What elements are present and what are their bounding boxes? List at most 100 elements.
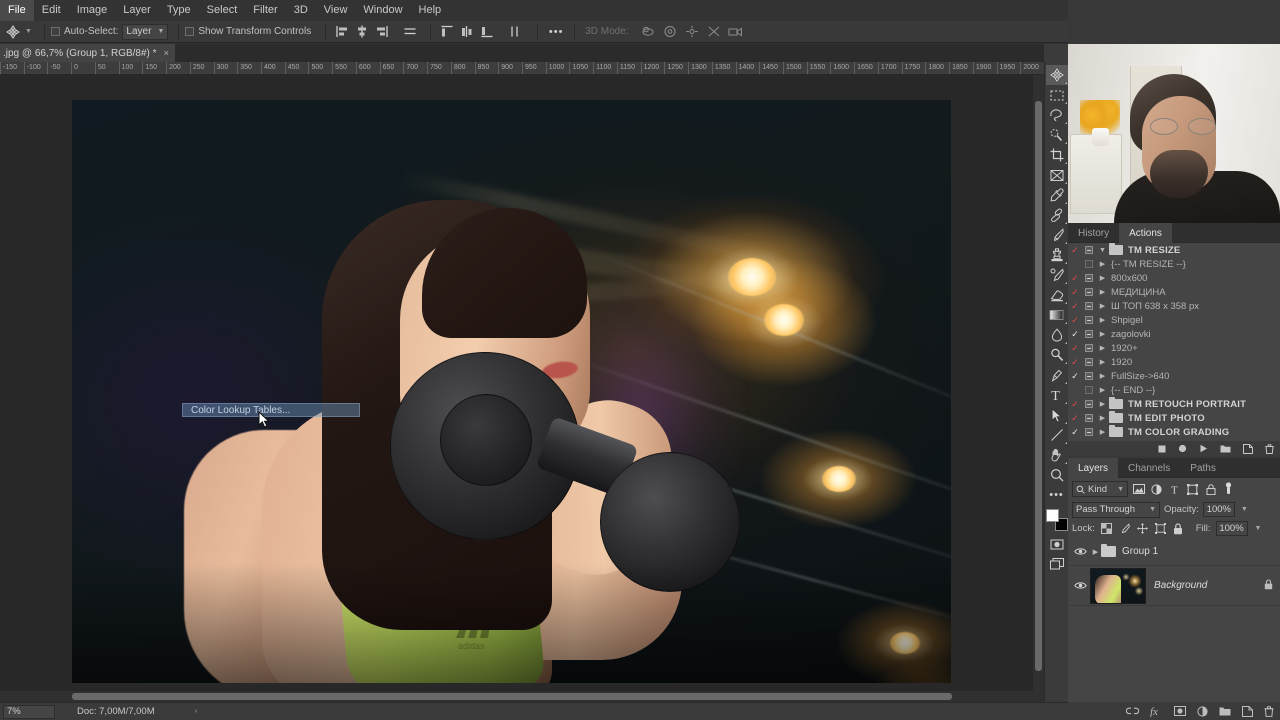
new-action-icon[interactable]: [1243, 443, 1253, 454]
action-dialog-toggle[interactable]: [1082, 246, 1096, 254]
action-row[interactable]: ✓ ▶ 1920: [1068, 355, 1280, 369]
chevron-right-icon[interactable]: ▶: [1096, 274, 1109, 282]
delete-icon[interactable]: [1265, 443, 1274, 454]
action-toggle-check[interactable]: ✓: [1068, 425, 1082, 439]
action-row[interactable]: ▶ {-- END --}: [1068, 383, 1280, 397]
record-icon[interactable]: [1178, 444, 1187, 453]
link-layers-icon[interactable]: [1126, 707, 1139, 715]
action-row[interactable]: ✓ ▶ 1920+: [1068, 341, 1280, 355]
pan-3d-icon[interactable]: [681, 22, 703, 42]
quick-selection-tool[interactable]: [1046, 125, 1068, 145]
new-group-icon[interactable]: [1219, 706, 1231, 716]
action-row[interactable]: ✓ ▶ TM COLOR GRADING: [1068, 424, 1280, 439]
path-selection-tool[interactable]: [1046, 405, 1068, 425]
stop-icon[interactable]: [1158, 445, 1166, 453]
chevron-right-icon[interactable]: ▶: [1096, 260, 1109, 268]
dodge-tool[interactable]: [1046, 345, 1068, 365]
chevron-down-icon[interactable]: ▼: [1096, 247, 1109, 254]
new-layer-icon[interactable]: [1242, 705, 1253, 717]
action-toggle-check[interactable]: ✓: [1068, 411, 1082, 425]
chevron-right-icon[interactable]: ▶: [1090, 548, 1101, 556]
chevron-right-icon[interactable]: ▶: [1096, 414, 1109, 422]
slide-3d-icon[interactable]: [703, 22, 725, 42]
shape-layer-filter-icon[interactable]: [1185, 481, 1200, 497]
tab-paths[interactable]: Paths: [1180, 458, 1226, 478]
action-dialog-toggle[interactable]: [1082, 414, 1096, 422]
distribute-horizontal-centers-icon[interactable]: [505, 22, 525, 42]
action-dialog-toggle[interactable]: [1082, 330, 1096, 338]
status-expander-icon[interactable]: ›: [195, 708, 197, 715]
action-dialog-toggle[interactable]: [1082, 344, 1096, 352]
action-dialog-toggle[interactable]: [1082, 260, 1096, 268]
layer-row-group1[interactable]: ▶ Group 1: [1068, 538, 1280, 566]
action-row[interactable]: ✓ ▶ Ш ТОП 638 x 358 px: [1068, 299, 1280, 313]
menu-item-filter[interactable]: Filter: [245, 0, 285, 21]
layer-thumbnail[interactable]: [1090, 567, 1146, 604]
action-row[interactable]: ✓ ▶ МЕДИЦИНА: [1068, 285, 1280, 299]
chevron-right-icon[interactable]: ▶: [1096, 386, 1109, 394]
zoom-3d-camera-icon[interactable]: [725, 22, 747, 42]
eye-icon[interactable]: [1070, 581, 1090, 590]
blur-tool[interactable]: [1046, 325, 1068, 345]
menu-item-layer[interactable]: Layer: [115, 0, 159, 21]
play-icon[interactable]: [1199, 444, 1208, 453]
scrollbar-thumb-h[interactable]: [72, 693, 952, 700]
edit-toolbar-tool[interactable]: •••: [1046, 485, 1068, 505]
show-transform-checkbox[interactable]: [185, 27, 195, 36]
chevron-right-icon[interactable]: ▶: [1096, 344, 1109, 352]
clone-stamp-tool[interactable]: [1046, 245, 1068, 265]
filter-kind-dropdown[interactable]: Kind ▼: [1072, 481, 1128, 497]
layer-style-icon[interactable]: fx: [1150, 706, 1163, 717]
chevron-right-icon[interactable]: ▶: [1096, 372, 1109, 380]
rectangular-marquee-tool[interactable]: [1046, 85, 1068, 105]
move-tool[interactable]: [1045, 65, 1068, 85]
action-row[interactable]: ▶ {-- TM RESIZE --}: [1068, 257, 1280, 271]
lock-transparent-pixels-icon[interactable]: [1100, 522, 1113, 536]
history-brush-tool[interactable]: [1046, 265, 1068, 285]
distribute-top-edges-icon[interactable]: [437, 22, 457, 42]
fill-chevron-down-icon[interactable]: ▼: [1255, 525, 1262, 532]
action-row[interactable]: ✓ ▶ FullSize->640: [1068, 369, 1280, 383]
action-dialog-toggle[interactable]: [1082, 302, 1096, 310]
distribute-vertical-centers-icon[interactable]: [457, 22, 477, 42]
new-set-icon[interactable]: [1220, 444, 1231, 453]
action-row[interactable]: ✓ ▼ TM RESIZE: [1068, 243, 1280, 257]
tab-channels[interactable]: Channels: [1118, 458, 1180, 478]
tab-history[interactable]: History: [1068, 223, 1119, 243]
align-horizontal-centers-icon[interactable]: [352, 22, 372, 42]
close-icon[interactable]: ×: [164, 48, 169, 58]
move-tool-icon[interactable]: [2, 22, 24, 42]
brush-tool[interactable]: [1046, 225, 1068, 245]
chevron-right-icon[interactable]: ▶: [1096, 358, 1109, 366]
blend-mode-dropdown[interactable]: Pass Through ▼: [1072, 501, 1160, 518]
layer-mask-icon[interactable]: [1174, 706, 1186, 716]
action-row[interactable]: ✓ ▶ zagolovki: [1068, 327, 1280, 341]
chevron-right-icon[interactable]: ▶: [1096, 428, 1109, 436]
action-toggle-check[interactable]: ✓: [1068, 369, 1082, 383]
chevron-right-icon[interactable]: ▶: [1096, 400, 1109, 408]
menu-item-3d[interactable]: 3D: [286, 0, 316, 21]
zoom-level-field[interactable]: 7%: [3, 704, 55, 719]
lock-artboard-nesting-icon[interactable]: [1154, 522, 1167, 536]
document-tab[interactable]: .jpg @ 66,7% (Group 1, RGB/8#) * ×: [0, 44, 175, 62]
line-shape-tool[interactable]: [1046, 425, 1068, 445]
align-left-edges-icon[interactable]: [332, 22, 352, 42]
action-toggle-check[interactable]: ✓: [1068, 299, 1082, 313]
menu-item-select[interactable]: Select: [199, 0, 246, 21]
smart-object-filter-icon[interactable]: [1203, 481, 1218, 497]
actions-list[interactable]: ✓ ▼ TM RESIZE ▶ {-- TM RESIZE --} ✓ ▶ 800x600 ✓ ▶…: [1068, 243, 1280, 441]
more-options-button[interactable]: •••: [544, 22, 568, 42]
action-dialog-toggle[interactable]: [1082, 372, 1096, 380]
quick-mask-icon[interactable]: [1046, 534, 1068, 554]
eye-icon[interactable]: [1070, 547, 1090, 556]
eraser-tool[interactable]: [1046, 285, 1068, 305]
menu-item-file[interactable]: File: [0, 0, 34, 21]
crop-tool[interactable]: [1046, 145, 1068, 165]
menu-item-edit[interactable]: Edit: [34, 0, 69, 21]
action-toggle-check[interactable]: ✓: [1068, 397, 1082, 411]
auto-select-target-dropdown[interactable]: Layer ▼: [122, 23, 169, 40]
hand-tool[interactable]: [1046, 445, 1068, 465]
pixel-layer-filter-icon[interactable]: [1131, 481, 1146, 497]
align-top-edges-icon[interactable]: [400, 22, 420, 42]
action-dialog-toggle[interactable]: [1082, 386, 1096, 394]
